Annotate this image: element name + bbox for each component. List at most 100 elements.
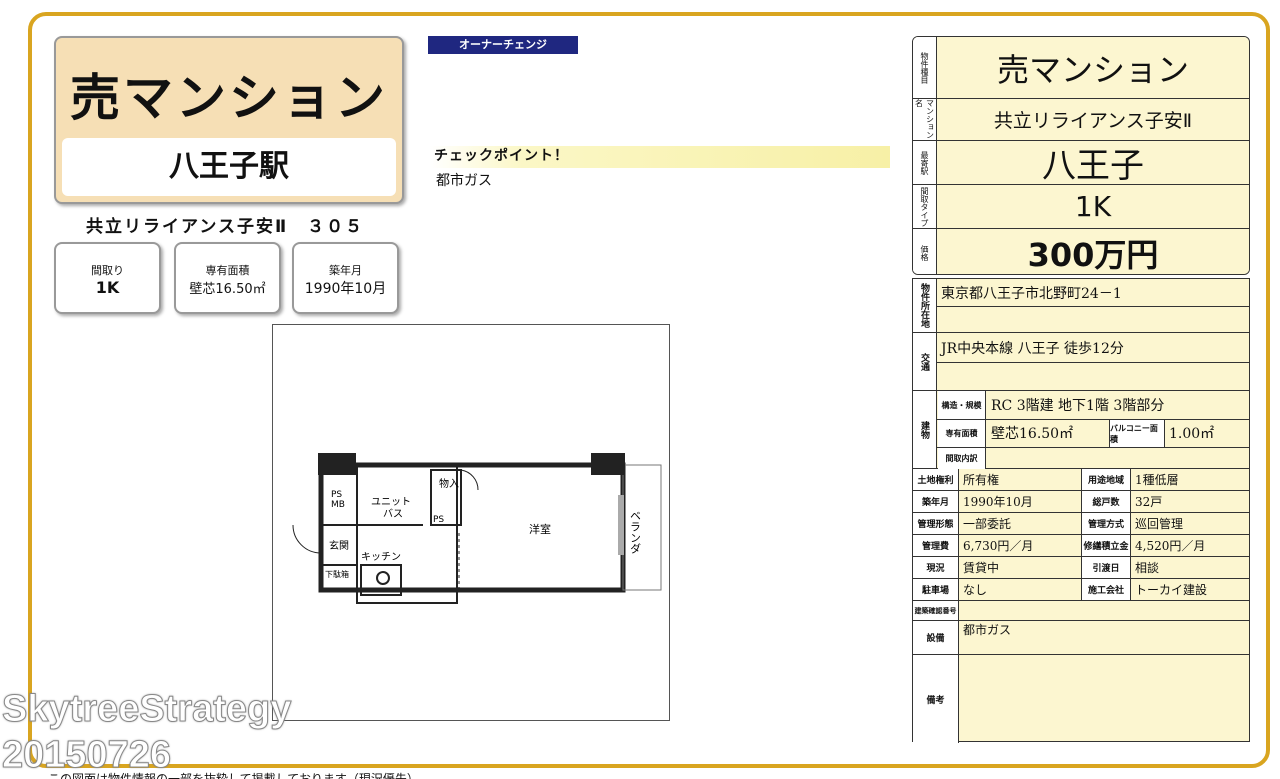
plan-label-psmb: PS <box>331 490 342 500</box>
grid-value: 賃貸中 <box>963 561 1000 575</box>
plan-label-bath: ユニット <box>371 497 411 508</box>
equipment-value: 都市ガス <box>963 622 1012 637</box>
transport-label: 交通 <box>913 333 937 390</box>
remarks-label: 備考 <box>913 655 959 743</box>
plan-label-mb: MB <box>331 500 345 510</box>
area-value: 壁芯16.50㎡ <box>991 426 1074 442</box>
floor-plan: PS MB ユニット バス 物入 PS 洋室 ベランダ 玄関 キッチン 下駄箱 <box>272 324 670 721</box>
checkpoint-item: 都市ガス <box>436 173 492 189</box>
grid-label: 管理費 <box>913 535 959 556</box>
grid-label: 管理方式 <box>1081 513 1131 534</box>
grid-label: 管理形態 <box>913 513 959 534</box>
grid-label: 駐車場 <box>913 579 959 600</box>
summary-value: 売マンション <box>996 50 1189 89</box>
grid-row: 管理費 6,730円／月 修繕積立金 4,520円／月 <box>913 535 1249 557</box>
row-confirm: 建築確認番号 <box>913 601 1249 621</box>
grid-label: 修繕積立金 <box>1081 535 1131 556</box>
grid-value: 一部委託 <box>963 517 1012 531</box>
summary-row-name: マンション名 共立リライアンス子安Ⅱ <box>913 99 1249 141</box>
plan-label-kitchen: キッチン <box>361 551 401 563</box>
checkpoint-title: チェックポイント！ <box>430 146 890 168</box>
grid-value: トーカイ建設 <box>1135 583 1208 597</box>
grid-value: 4,520円／月 <box>1135 539 1206 553</box>
summary-row-type: 物件種目 売マンション <box>913 37 1249 99</box>
grid-row: 築年月 1990年10月 総戸数 32戸 <box>913 491 1249 513</box>
grid-label: 施工会社 <box>1081 579 1131 600</box>
summary-row-layout: 間取タイプ 1K <box>913 185 1249 229</box>
grid-value: 1990年10月 <box>963 495 1033 509</box>
built-value: 1990年10月 <box>304 281 387 297</box>
balcony-value: 1.00㎡ <box>1169 426 1215 442</box>
grid-label: 用途地域 <box>1081 469 1131 490</box>
madori-label: 間取り <box>91 264 124 277</box>
summary-label: 価格 <box>913 229 937 274</box>
row-address: 物件所在地 東京都八王子市北野町24－1 <box>913 279 1249 333</box>
balcony-label: バルコニー面積 <box>1109 419 1165 447</box>
struct-label: 構造・規模 <box>938 391 986 419</box>
summary-value: 共立リライアンス子安Ⅱ <box>993 110 1193 132</box>
grid-label: 土地権利 <box>913 469 959 490</box>
floor-plan-drawing: PS MB ユニット バス 物入 PS 洋室 ベランダ 玄関 キッチン 下駄箱 <box>292 453 662 604</box>
summary-label: 最寄駅 <box>913 141 937 184</box>
area-label: 専有面積 <box>205 264 250 277</box>
built-pill: 築年月 1990年10月 <box>292 242 399 314</box>
row-building: 建物 構造・規模 RC 3階建 地下1階 3階部分 専有面積 壁芯16.50㎡ … <box>913 391 1249 469</box>
building-label: 建物 <box>913 391 937 468</box>
plan-label-entrance: 玄関 <box>329 539 349 552</box>
grid-label: 築年月 <box>913 491 959 512</box>
row-equipment: 設備 都市ガス <box>913 621 1249 655</box>
footer-note: この図面は物件情報の一部を抜粋して掲載しております（現況優先） <box>48 772 419 779</box>
summary-row-station: 最寄駅 八王子 <box>913 141 1249 186</box>
address-label: 物件所在地 <box>913 279 937 332</box>
grid-value: 6,730円／月 <box>963 539 1034 553</box>
plan-label-room: 洋室 <box>529 522 551 536</box>
grid-value: 巡回管理 <box>1135 517 1184 531</box>
watermark-line1: SkytreeStrategy <box>1 688 292 731</box>
area-label: 専有面積 <box>938 419 986 447</box>
grid-label: 総戸数 <box>1081 491 1131 512</box>
transport-value: JR中央本線 八王子 徒歩12分 <box>941 340 1124 357</box>
detail-table: 物件所在地 東京都八王子市北野町24－1 交通 JR中央本線 八王子 徒歩12分… <box>912 278 1250 743</box>
grid-label: 引渡日 <box>1081 557 1131 578</box>
address-value: 東京都八王子市北野町24－1 <box>941 285 1122 302</box>
summary-label: 物件種目 <box>913 37 937 98</box>
grid-row: 現況 賃貸中 引渡日 相談 <box>913 557 1249 579</box>
grid-value: なし <box>963 583 988 597</box>
plan-label-shoebox: 下駄箱 <box>325 569 349 579</box>
madori-value: 1K <box>95 278 120 297</box>
title-card: 売マンション 八王子駅 <box>54 36 404 204</box>
built-label: 築年月 <box>329 264 362 277</box>
summary-table: 物件種目 売マンション マンション名 共立リライアンス子安Ⅱ 最寄駅 八王子 間… <box>912 36 1250 275</box>
grid-value: 32戸 <box>1135 495 1163 509</box>
plan-label-veranda: ベランダ <box>629 510 642 554</box>
grid-row: 土地権利 所有権 用途地域 1種低層 <box>913 469 1249 491</box>
area-pill: 専有面積 壁芯16.50㎡ <box>174 242 281 314</box>
area-value: 壁芯16.50㎡ <box>189 282 266 297</box>
summary-row-price: 価格 300万円 <box>913 229 1249 274</box>
row-remarks: 備考 <box>913 655 1249 743</box>
grid-row: 駐車場 なし 施工会社 トーカイ建設 <box>913 579 1249 601</box>
grid-value: 相談 <box>1135 561 1160 575</box>
plan-label-bath2: バス <box>383 508 403 520</box>
plan-label-ps: PS <box>433 515 444 525</box>
confirm-label: 建築確認番号 <box>913 601 959 620</box>
page-title: 売マンション <box>70 69 388 127</box>
grid-value: 1種低層 <box>1135 473 1179 487</box>
grid-row: 管理形態 一部委託 管理方式 巡回管理 <box>913 513 1249 535</box>
struct-value: RC 3階建 地下1階 3階部分 <box>991 398 1165 414</box>
grid-value: 所有権 <box>963 473 1000 487</box>
summary-value: 1K <box>1074 190 1112 223</box>
row-transport: 交通 JR中央本線 八王子 徒歩12分 <box>913 333 1249 391</box>
summary-value: 八王子 <box>1042 146 1144 186</box>
summary-label: マンション名 <box>913 99 937 140</box>
plan-label-closet: 物入 <box>439 477 459 490</box>
owner-change-badge: オーナーチェンジ <box>428 36 578 54</box>
equipment-label: 設備 <box>913 621 959 654</box>
station-label: 八王子駅 <box>62 138 396 196</box>
grid-label: 現況 <box>913 557 959 578</box>
madori-breakdown-label: 間取内訳 <box>938 447 986 469</box>
summary-value: 300万円 <box>1027 235 1159 274</box>
madori-pill: 間取り 1K <box>54 242 161 314</box>
building-room: 共立リライアンス子安Ⅱ ３０５ <box>86 217 365 237</box>
summary-label: 間取タイプ <box>913 185 937 228</box>
